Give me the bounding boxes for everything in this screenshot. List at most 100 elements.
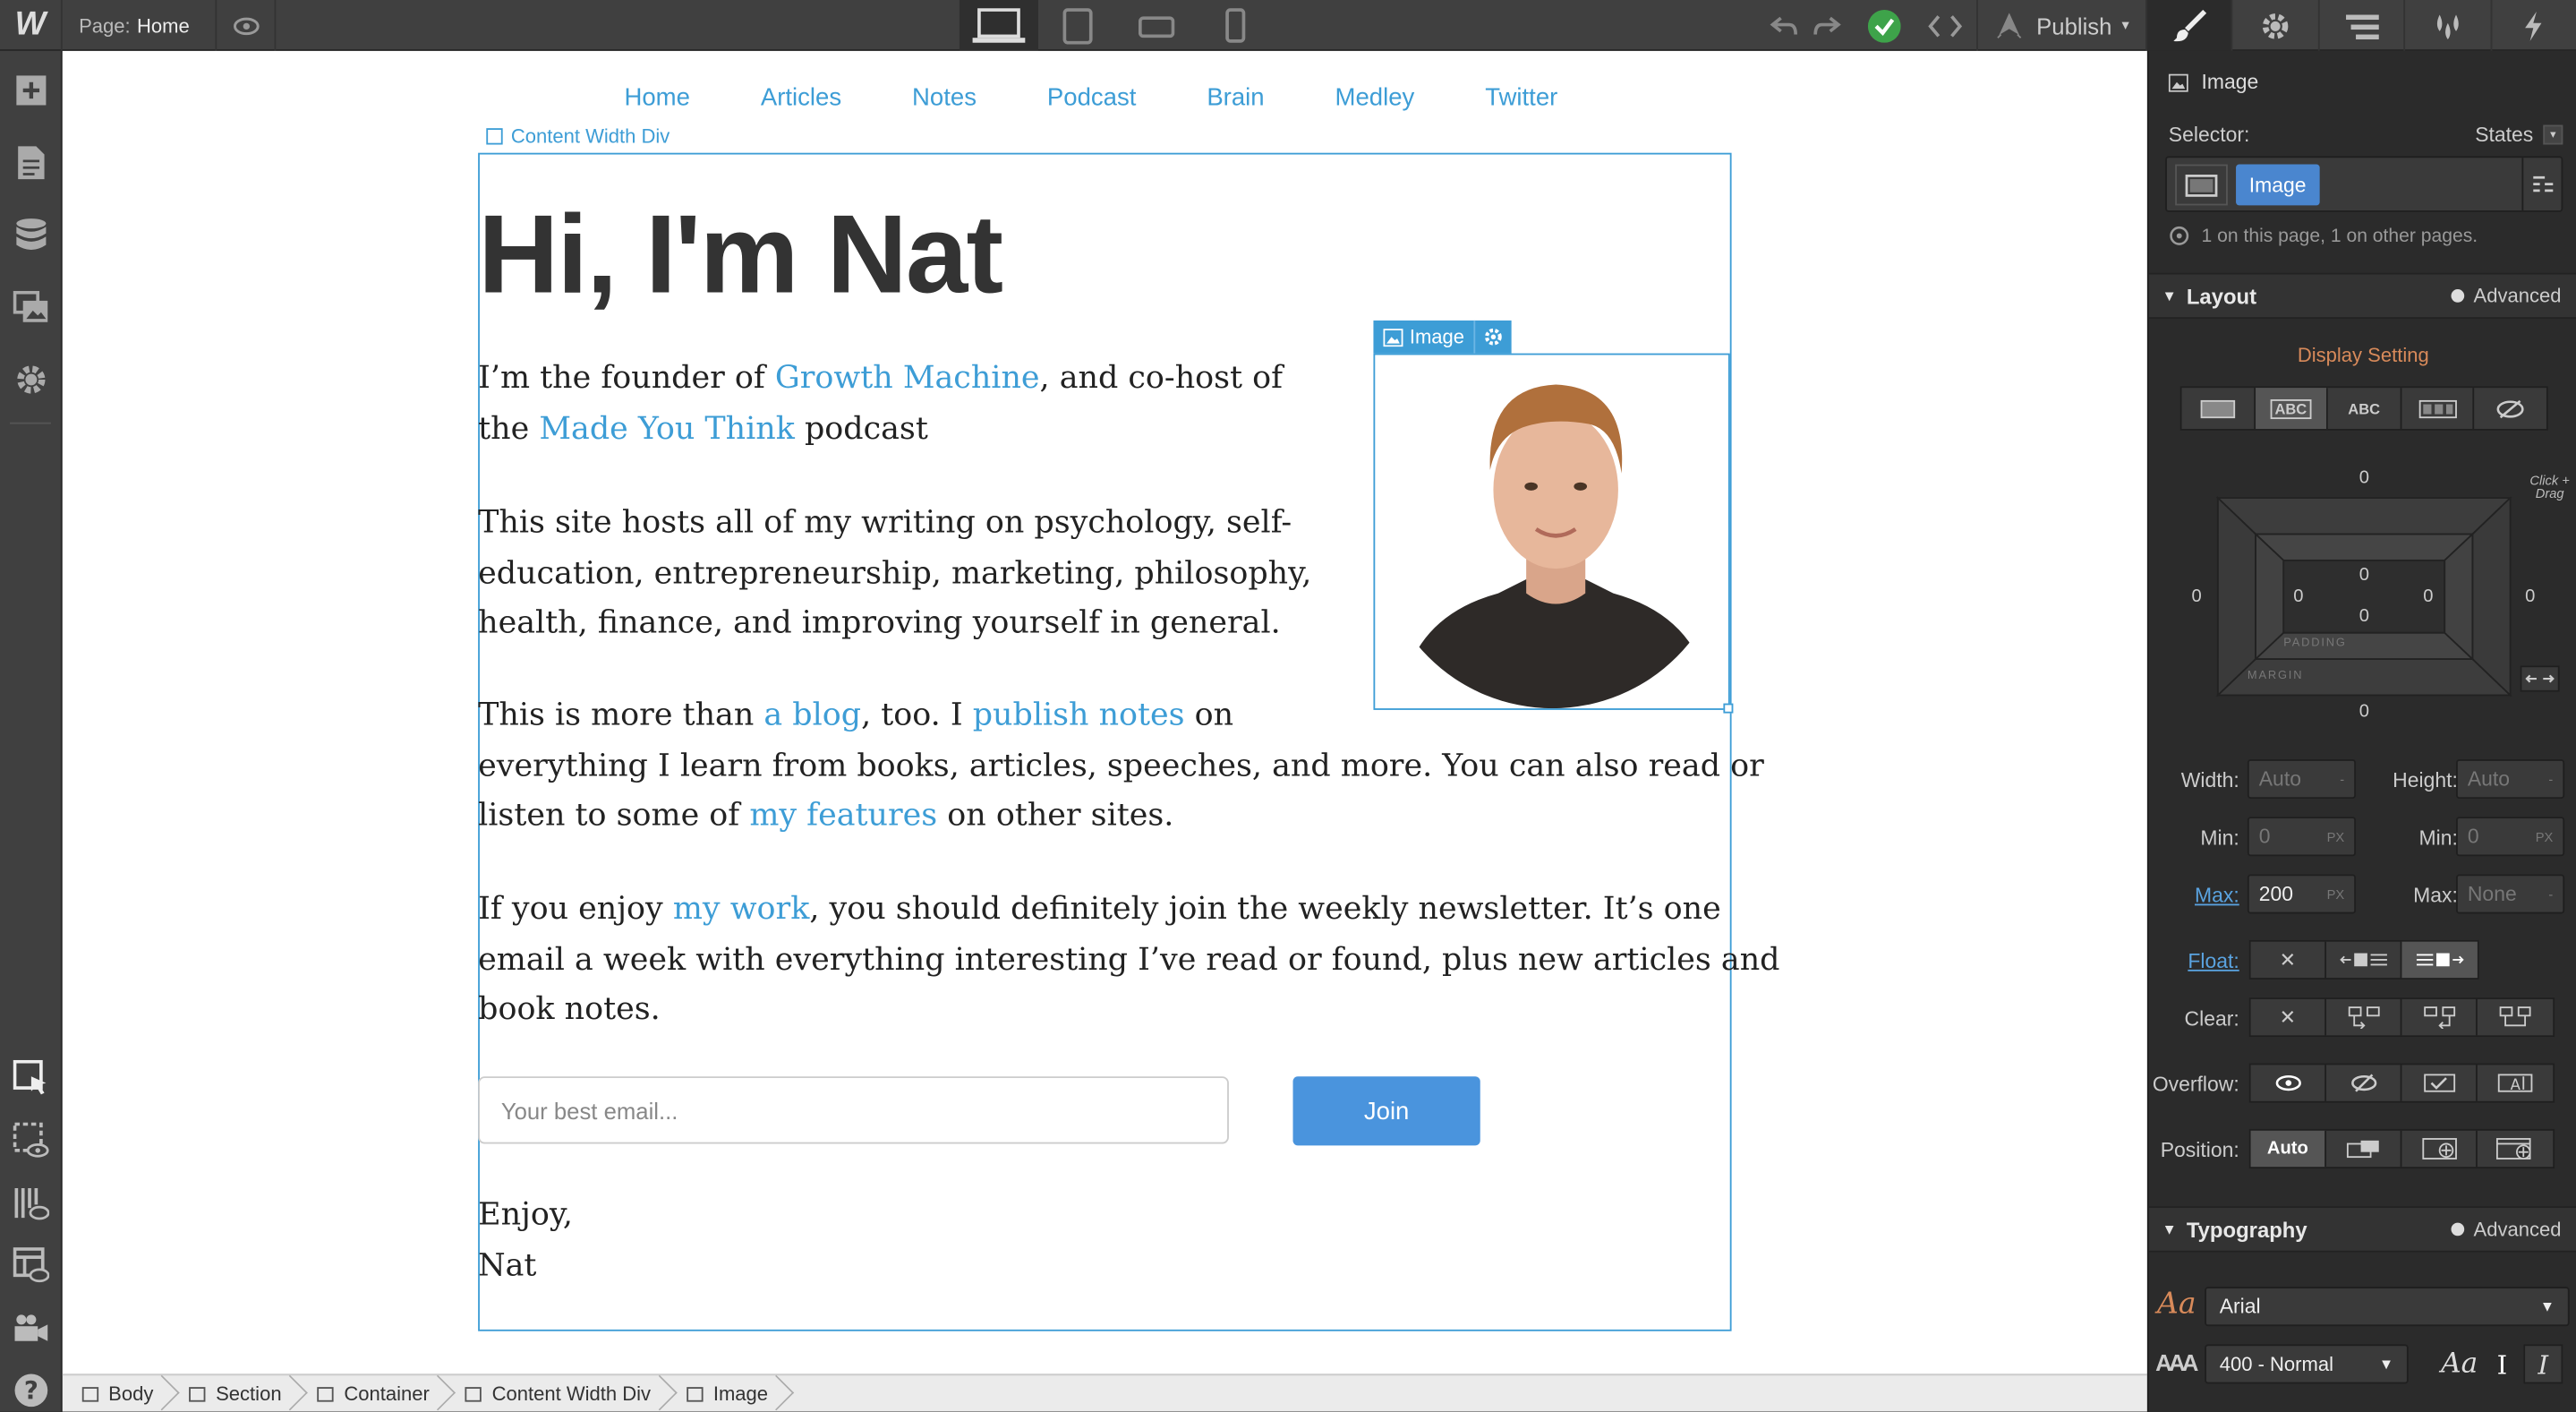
preview-layout-icon[interactable] bbox=[0, 1234, 63, 1296]
image-settings-gear-icon[interactable] bbox=[1474, 320, 1512, 354]
states-dropdown[interactable]: States ▾ bbox=[2475, 124, 2563, 146]
typography-section-header[interactable]: ▼ Typography Advanced bbox=[2148, 1206, 2576, 1253]
float-left-button[interactable] bbox=[2326, 941, 2402, 979]
max-height-input[interactable]: None - bbox=[2456, 874, 2565, 914]
padding-left-value[interactable]: 0 bbox=[2293, 586, 2303, 606]
my-work-link[interactable]: my work bbox=[673, 891, 810, 927]
code-export-icon[interactable] bbox=[1913, 0, 1975, 51]
display-none-icon[interactable] bbox=[2475, 388, 2546, 429]
margin-top-value[interactable]: 0 bbox=[2359, 468, 2369, 488]
position-absolute-icon[interactable] bbox=[2401, 1130, 2478, 1168]
add-element-icon[interactable] bbox=[0, 55, 63, 127]
breadcrumb-section[interactable]: Section bbox=[170, 1374, 298, 1411]
selector-chip-image[interactable]: Image bbox=[2236, 164, 2320, 206]
width-input[interactable]: Auto - bbox=[2247, 758, 2357, 800]
spacing-expand-button[interactable] bbox=[2520, 665, 2560, 692]
selector-menu-icon[interactable] bbox=[2521, 158, 2561, 210]
growth-machine-link[interactable]: Growth Machine bbox=[775, 360, 1040, 396]
font-family-select[interactable]: Arial ▼ bbox=[2205, 1287, 2570, 1327]
profile-image[interactable] bbox=[1373, 353, 1730, 710]
margin-right-value[interactable]: 0 bbox=[2525, 586, 2535, 606]
webflow-logo[interactable]: W bbox=[0, 0, 63, 51]
font-style-italic-button[interactable]: I bbox=[2523, 1344, 2563, 1384]
nav-link-brain[interactable]: Brain bbox=[1207, 84, 1264, 112]
tablet-device-icon[interactable] bbox=[1038, 0, 1117, 51]
blog-link[interactable]: a blog bbox=[763, 697, 861, 732]
my-features-link[interactable]: my features bbox=[749, 797, 937, 833]
min-height-input[interactable]: 0 PX bbox=[2456, 817, 2565, 857]
typography-advanced-toggle[interactable]: Advanced bbox=[2450, 1218, 2561, 1241]
overflow-hidden-icon[interactable] bbox=[2326, 1065, 2402, 1101]
position-auto-button[interactable]: Auto bbox=[2250, 1130, 2327, 1168]
nav-link-articles[interactable]: Articles bbox=[761, 84, 841, 112]
float-label[interactable]: Float: bbox=[2149, 950, 2239, 973]
position-relative-icon[interactable] bbox=[2326, 1130, 2402, 1168]
publish-notes-link[interactable]: publish notes bbox=[973, 697, 1185, 732]
layout-advanced-toggle[interactable]: Advanced bbox=[2450, 285, 2561, 307]
padding-bottom-value[interactable]: 0 bbox=[2359, 606, 2369, 626]
selector-field[interactable]: Image bbox=[2165, 156, 2563, 212]
newsletter-email-input[interactable] bbox=[478, 1076, 1229, 1144]
selection-cursor-icon[interactable] bbox=[0, 1047, 63, 1109]
image-element-tag[interactable]: Image bbox=[1373, 320, 1513, 354]
overflow-scroll-icon[interactable] bbox=[2401, 1065, 2478, 1101]
clear-left-button[interactable] bbox=[2326, 998, 2402, 1036]
breadcrumb-body[interactable]: Body bbox=[63, 1374, 170, 1411]
nav-link-medley[interactable]: Medley bbox=[1335, 84, 1415, 112]
video-tutorials-icon[interactable] bbox=[0, 1296, 63, 1359]
project-settings-gear-icon[interactable] bbox=[0, 344, 63, 416]
page-selector[interactable]: Page: Home bbox=[63, 0, 218, 51]
save-status-check-icon[interactable] bbox=[1854, 0, 1913, 51]
display-inline-button[interactable]: ABC bbox=[2328, 388, 2402, 430]
assets-images-icon[interactable] bbox=[0, 271, 63, 344]
font-style-normal-button[interactable]: I bbox=[2484, 1344, 2520, 1383]
display-block-button[interactable] bbox=[2181, 388, 2256, 430]
max-width-input[interactable]: 200 PX bbox=[2247, 874, 2357, 914]
min-width-input[interactable]: 0 PX bbox=[2247, 817, 2357, 857]
mobile-landscape-icon[interactable] bbox=[1117, 0, 1196, 51]
publish-button[interactable]: Publish ▾ bbox=[1975, 0, 2145, 51]
made-you-think-link[interactable]: Made You Think bbox=[539, 410, 795, 446]
redo-icon[interactable] bbox=[1812, 0, 1855, 51]
overflow-auto-icon[interactable]: A bbox=[2478, 1065, 2553, 1100]
image-resize-handle[interactable] bbox=[1723, 703, 1734, 714]
settings-gear-icon[interactable] bbox=[2231, 0, 2317, 51]
hidden-elements-icon[interactable] bbox=[0, 1109, 63, 1172]
margin-left-value[interactable]: 0 bbox=[2192, 586, 2202, 606]
nav-link-podcast[interactable]: Podcast bbox=[1047, 84, 1136, 112]
breadcrumb-image[interactable]: Image bbox=[667, 1374, 784, 1411]
max-width-label[interactable]: Max: bbox=[2149, 884, 2239, 907]
float-none-button[interactable]: ✕ bbox=[2251, 941, 2327, 979]
clear-none-button[interactable]: ✕ bbox=[2251, 998, 2327, 1036]
display-inline-block-button[interactable]: ABC bbox=[2255, 388, 2329, 430]
breadcrumb-content-width-div[interactable]: Content Width Div bbox=[446, 1374, 667, 1411]
spacing-box-model[interactable]: 0 0 0 0 0 0 0 0 PADDING MARGIN bbox=[2149, 462, 2576, 733]
cms-database-icon[interactable] bbox=[0, 199, 63, 271]
interactions-bolt-icon[interactable] bbox=[2489, 0, 2576, 51]
desktop-device-icon[interactable] bbox=[959, 0, 1039, 51]
swatches-drops-icon[interactable] bbox=[2403, 0, 2490, 51]
display-flex-button[interactable] bbox=[2401, 388, 2475, 430]
clear-right-button[interactable] bbox=[2401, 998, 2478, 1036]
position-fixed-icon[interactable] bbox=[2478, 1131, 2553, 1167]
nav-link-home[interactable]: Home bbox=[624, 84, 689, 112]
font-weight-select[interactable]: 400 - Normal ▼ bbox=[2205, 1344, 2409, 1384]
padding-right-value[interactable]: 0 bbox=[2423, 586, 2433, 606]
clear-both-button[interactable] bbox=[2478, 999, 2553, 1035]
nav-link-notes[interactable]: Notes bbox=[912, 84, 977, 112]
navigator-icon[interactable] bbox=[2317, 0, 2403, 51]
help-question-icon[interactable]: ? bbox=[0, 1359, 63, 1412]
breadcrumb-container[interactable]: Container bbox=[298, 1374, 446, 1411]
padding-top-value[interactable]: 0 bbox=[2359, 565, 2369, 585]
style-brush-icon[interactable] bbox=[2145, 0, 2232, 51]
height-input[interactable]: Auto - bbox=[2456, 758, 2565, 800]
nav-link-twitter[interactable]: Twitter bbox=[1485, 84, 1557, 112]
pages-icon[interactable] bbox=[0, 126, 63, 199]
grid-overlay-icon[interactable] bbox=[0, 1172, 63, 1235]
design-canvas[interactable]: Home Articles Notes Podcast Brain Medley… bbox=[62, 50, 2147, 1374]
mobile-portrait-icon[interactable] bbox=[1196, 0, 1275, 51]
float-right-button[interactable] bbox=[2401, 941, 2478, 979]
margin-bottom-value[interactable]: 0 bbox=[2359, 702, 2369, 722]
overflow-visible-eye-icon[interactable] bbox=[2251, 1065, 2327, 1101]
layout-section-header[interactable]: ▼ Layout Advanced bbox=[2148, 272, 2576, 320]
